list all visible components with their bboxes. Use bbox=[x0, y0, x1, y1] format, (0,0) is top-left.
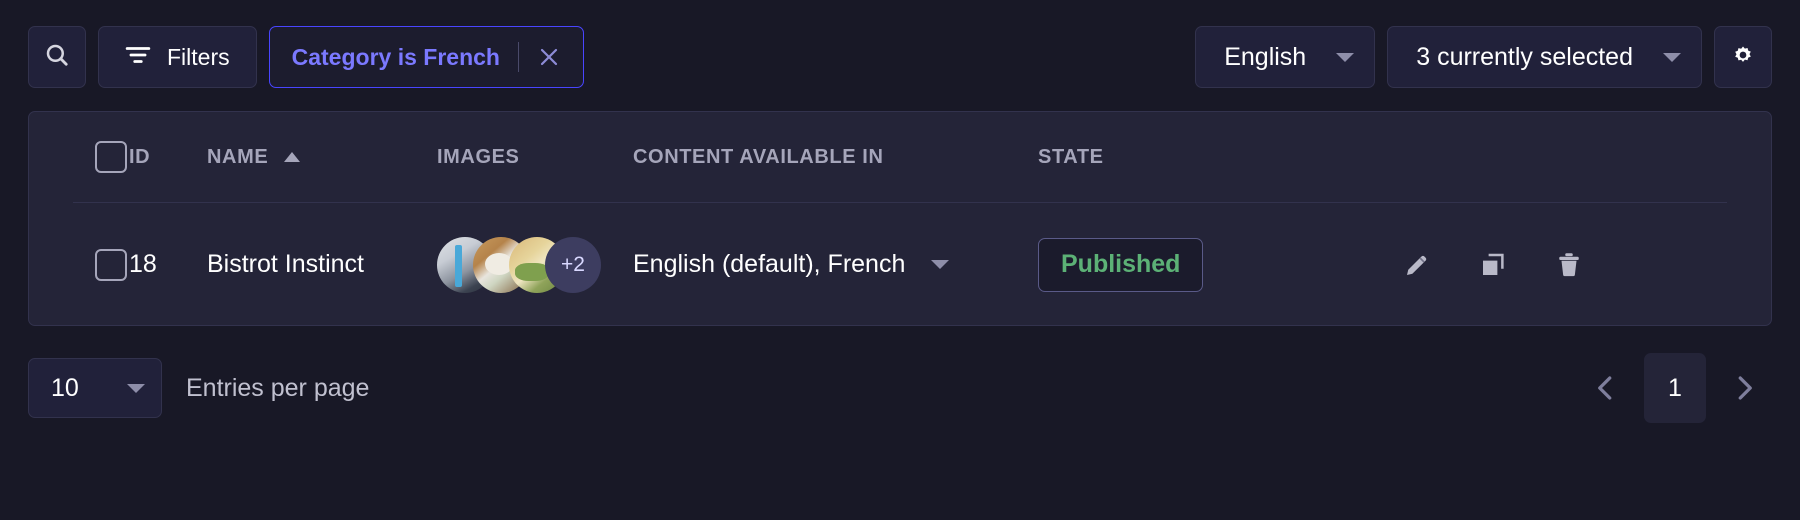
row-select-cell bbox=[29, 248, 129, 281]
edit-icon[interactable] bbox=[1402, 250, 1432, 280]
entries-per-page-label: Entries per page bbox=[186, 373, 370, 402]
toolbar-right-group: English 3 currently selected bbox=[1195, 26, 1772, 88]
entries-per-page-value: 10 bbox=[51, 373, 79, 402]
delete-icon[interactable] bbox=[1554, 250, 1584, 280]
status-badge-label: Published bbox=[1061, 250, 1181, 278]
settings-button[interactable] bbox=[1714, 26, 1772, 88]
select-all-cell bbox=[29, 141, 129, 173]
locale-select[interactable]: English bbox=[1195, 26, 1376, 88]
column-header-state[interactable]: STATE bbox=[1038, 146, 1398, 169]
chevron-down-icon bbox=[1336, 52, 1355, 62]
entries-table: ID NAME IMAGES CONTENT AVAILABLE IN STAT… bbox=[28, 111, 1772, 326]
toolbar: Filters Category is French English 3 cur… bbox=[28, 26, 1772, 88]
pagination: 1 bbox=[1578, 353, 1772, 423]
chevron-down-icon bbox=[1663, 52, 1681, 62]
table-header-row: ID NAME IMAGES CONTENT AVAILABLE IN STAT… bbox=[29, 112, 1771, 202]
close-icon[interactable] bbox=[537, 45, 561, 69]
table-row[interactable]: 18 Bistrot Instinct +2 English (default)… bbox=[29, 203, 1771, 326]
next-page-button[interactable] bbox=[1716, 360, 1772, 416]
status-badge: Published bbox=[1038, 237, 1204, 292]
search-button[interactable] bbox=[28, 26, 86, 88]
cell-content-available-in: English (default), French bbox=[633, 250, 1038, 279]
duplicate-icon[interactable] bbox=[1478, 250, 1508, 280]
chevron-down-icon bbox=[931, 260, 950, 269]
filters-button-label: Filters bbox=[167, 43, 230, 70]
fields-select-value: 3 currently selected bbox=[1416, 42, 1633, 71]
column-header-images[interactable]: IMAGES bbox=[437, 146, 633, 169]
filters-button[interactable]: Filters bbox=[98, 26, 257, 88]
sort-ascending-arrow-icon[interactable] bbox=[284, 152, 301, 162]
cell-images: +2 bbox=[437, 236, 633, 293]
cell-name: Bistrot Instinct bbox=[207, 250, 364, 278]
table-footer: 10 Entries per page 1 bbox=[28, 353, 1772, 423]
cell-id: 18 bbox=[129, 250, 157, 278]
column-header-id[interactable]: ID bbox=[129, 146, 207, 169]
cell-state: Published bbox=[1038, 237, 1398, 292]
select-all-checkbox[interactable] bbox=[95, 141, 127, 173]
thumbnail-stack: +2 bbox=[437, 236, 633, 293]
search-icon bbox=[44, 42, 70, 73]
entries-per-page-select[interactable]: 10 bbox=[28, 358, 162, 418]
filter-icon bbox=[125, 45, 151, 70]
chip-divider bbox=[517, 42, 519, 72]
chevron-down-icon bbox=[127, 383, 145, 393]
column-header-content-available-in[interactable]: CONTENT AVAILABLE IN bbox=[633, 146, 1038, 169]
cell-actions bbox=[1398, 250, 1771, 280]
column-header-name[interactable]: NAME bbox=[207, 146, 437, 169]
locales-value: English (default), French bbox=[633, 250, 906, 278]
page-number-1[interactable]: 1 bbox=[1644, 353, 1706, 423]
fields-select[interactable]: 3 currently selected bbox=[1387, 26, 1702, 88]
gear-icon bbox=[1730, 42, 1756, 73]
locales-dropdown[interactable]: English (default), French bbox=[633, 250, 1038, 279]
thumbnail-overflow-badge[interactable]: +2 bbox=[545, 236, 601, 293]
content-manager-page: Filters Category is French English 3 cur… bbox=[0, 0, 1800, 520]
row-select-checkbox[interactable] bbox=[95, 248, 127, 281]
active-filter-label: Category is French bbox=[291, 43, 500, 70]
previous-page-button[interactable] bbox=[1578, 360, 1634, 416]
locale-select-value: English bbox=[1224, 42, 1307, 71]
active-filter-chip[interactable]: Category is French bbox=[268, 26, 584, 88]
toolbar-left-group: Filters Category is French bbox=[28, 26, 584, 88]
